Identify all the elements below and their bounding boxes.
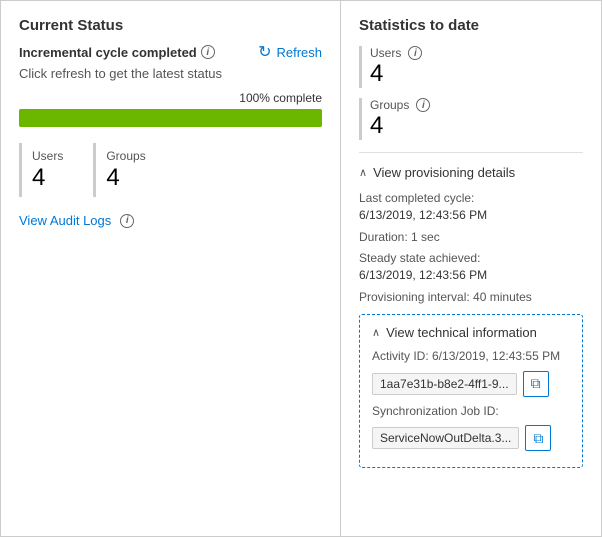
cycle-info-icon: i — [201, 45, 215, 59]
progress-bar-fill — [19, 109, 322, 127]
cycle-status-row: Incremental cycle completed i ↻ Refresh — [19, 42, 322, 62]
sync-job-label: Synchronization Job ID: — [372, 403, 570, 420]
activity-id-copy-row: 1aa7e31b-b8e2-4ff1-9... ⧉ — [372, 371, 570, 397]
progress-label: 100% complete — [19, 91, 322, 105]
groups-value: 4 — [106, 165, 145, 191]
groups-stat-box: Groups 4 — [93, 143, 159, 197]
refresh-label: Refresh — [276, 45, 322, 60]
duration-item: Duration: 1 sec — [359, 229, 583, 246]
sync-job-copy-row: ServiceNowOutDelta.3... ⧉ — [372, 425, 570, 451]
view-provisioning-label: View provisioning details — [373, 165, 515, 180]
activity-id-copy-button[interactable]: ⧉ — [523, 371, 549, 397]
right-users-stat: Users i 4 — [359, 46, 583, 88]
activity-id-label: Activity ID: 6/13/2019, 12:43:55 PM — [372, 348, 570, 365]
view-provisioning-toggle[interactable]: ∧ View provisioning details — [359, 165, 583, 180]
progress-bar-bg — [19, 109, 322, 127]
users-label: Users — [32, 149, 63, 163]
right-users-info-icon: i — [408, 46, 422, 60]
interval-item: Provisioning interval: 40 minutes — [359, 289, 583, 306]
refresh-icon: ↻ — [258, 42, 271, 62]
provisioning-chevron-icon: ∧ — [359, 166, 367, 179]
right-users-value: 4 — [370, 60, 422, 88]
technical-section: ∧ View technical information Activity ID… — [359, 314, 583, 469]
activity-id-field: 1aa7e31b-b8e2-4ff1-9... — [372, 373, 517, 395]
users-value: 4 — [32, 165, 63, 191]
right-groups-bar: Groups i 4 — [359, 98, 430, 140]
right-groups-label: Groups i — [370, 98, 430, 112]
last-completed-value: 6/13/2019, 12:43:56 PM — [359, 208, 487, 222]
right-groups-info-icon: i — [416, 98, 430, 112]
copy-icon-2: ⧉ — [533, 430, 543, 447]
right-users-bar: Users i 4 — [359, 46, 422, 88]
users-stat-box: Users 4 — [19, 143, 77, 197]
view-technical-toggle[interactable]: ∧ View technical information — [372, 325, 570, 340]
statistics-title: Statistics to date — [359, 17, 583, 34]
last-completed-item: Last completed cycle: 6/13/2019, 12:43:5… — [359, 190, 583, 224]
audit-info-icon: i — [120, 214, 134, 228]
cycle-label: Incremental cycle completed — [19, 45, 197, 60]
current-status-title: Current Status — [19, 17, 322, 34]
groups-label: Groups — [106, 149, 145, 163]
divider-1 — [359, 152, 583, 153]
stats-row: Users 4 Groups 4 — [19, 143, 322, 197]
right-groups-stat: Groups i 4 — [359, 98, 583, 140]
view-audit-row: View Audit Logs i — [19, 213, 322, 228]
copy-icon: ⧉ — [531, 375, 541, 392]
click-refresh-text: Click refresh to get the latest status — [19, 66, 322, 81]
view-technical-label: View technical information — [386, 325, 537, 340]
left-panel: Current Status Incremental cycle complet… — [1, 1, 341, 536]
sync-job-copy-button[interactable]: ⧉ — [525, 425, 551, 451]
right-panel: Statistics to date Users i 4 Groups i 4 — [341, 1, 601, 536]
technical-chevron-icon: ∧ — [372, 326, 380, 339]
view-audit-logs-link[interactable]: View Audit Logs — [19, 213, 111, 228]
right-groups-value: 4 — [370, 112, 430, 140]
steady-state-value: 6/13/2019, 12:43:56 PM — [359, 268, 487, 282]
provisioning-details: Last completed cycle: 6/13/2019, 12:43:5… — [359, 190, 583, 306]
last-completed-label: Last completed cycle: — [359, 191, 474, 205]
steady-state-item: Steady state achieved: 6/13/2019, 12:43:… — [359, 250, 583, 284]
steady-state-label: Steady state achieved: — [359, 251, 480, 265]
right-users-label: Users i — [370, 46, 422, 60]
refresh-button[interactable]: ↻ Refresh — [258, 42, 322, 62]
sync-job-field: ServiceNowOutDelta.3... — [372, 427, 519, 449]
cycle-label-group: Incremental cycle completed i — [19, 45, 215, 60]
